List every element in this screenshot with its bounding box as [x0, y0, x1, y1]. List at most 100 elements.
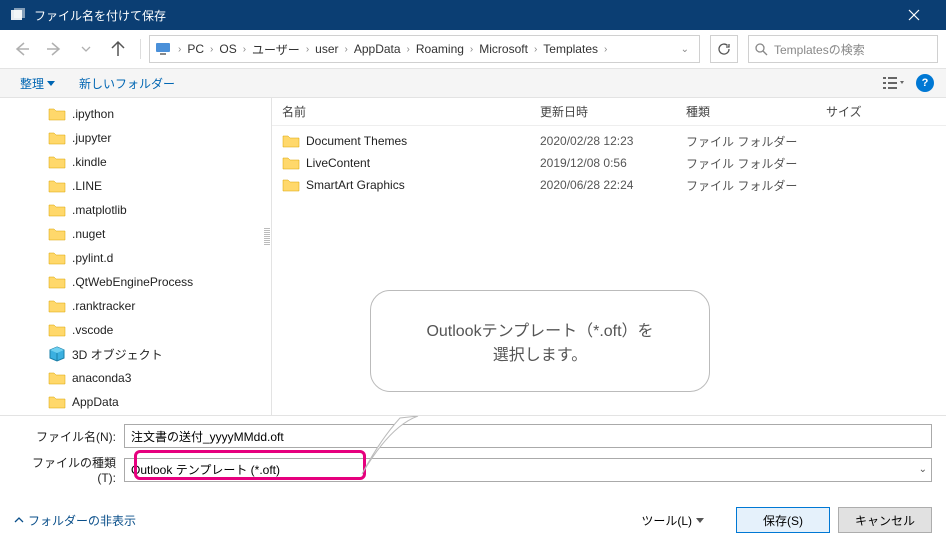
file-type: ファイル フォルダー — [676, 155, 816, 172]
tree-item-label: AppData — [72, 395, 119, 409]
view-icon — [883, 76, 905, 90]
recent-button[interactable] — [72, 35, 100, 63]
file-row[interactable]: SmartArt Graphics 2020/06/28 22:24ファイル フォ… — [272, 174, 946, 196]
crumb-6[interactable]: Microsoft — [475, 42, 532, 56]
tree-item[interactable]: .ranktracker — [0, 294, 271, 318]
arrow-up-icon — [109, 40, 127, 58]
view-options-button[interactable] — [880, 71, 908, 95]
crumb-4[interactable]: AppData — [350, 42, 405, 56]
folder-icon — [282, 156, 300, 170]
folder-icon — [48, 155, 66, 169]
tree-item-label: .vscode — [72, 323, 113, 337]
crumb-0[interactable]: PC — [183, 42, 208, 56]
button-row: フォルダーの非表示 ツール(L) 保存(S) キャンセル — [0, 491, 946, 533]
search-box[interactable]: Templatesの検索 — [748, 35, 938, 63]
chevron-up-icon — [14, 515, 24, 525]
folder-icon — [48, 395, 66, 409]
col-date[interactable]: 更新日時 — [530, 103, 676, 120]
crumb-7[interactable]: Templates — [539, 42, 602, 56]
chevron-right-icon: › — [176, 44, 183, 55]
filetype-row: ファイルの種類(T): Outlook テンプレート (*.oft) ⌄ — [14, 454, 932, 485]
filetype-label: ファイルの種類(T): — [14, 454, 124, 485]
folder-icon — [48, 107, 66, 121]
breadcrumb-address[interactable]: › PC› OS› ユーザー› user› AppData› Roaming› … — [149, 35, 700, 63]
crumb-2[interactable]: ユーザー — [248, 41, 304, 58]
crumb-1[interactable]: OS — [215, 42, 240, 56]
col-size[interactable]: サイズ — [816, 103, 896, 120]
search-icon — [755, 43, 768, 56]
filetype-combo[interactable]: Outlook テンプレート (*.oft) ⌄ — [124, 458, 932, 482]
arrow-right-icon — [45, 40, 63, 58]
refresh-button[interactable] — [710, 35, 738, 63]
search-placeholder: Templatesの検索 — [774, 41, 865, 58]
column-headers: 名前 更新日時 種類 サイズ — [272, 98, 946, 126]
folder-icon — [48, 203, 66, 217]
tree-item[interactable]: .QtWebEngineProcess — [0, 270, 271, 294]
crumb-5[interactable]: Roaming — [412, 42, 468, 56]
new-folder-button[interactable]: 新しいフォルダー — [71, 72, 183, 95]
file-type: ファイル フォルダー — [676, 177, 816, 194]
tree-item[interactable]: .matplotlib — [0, 198, 271, 222]
file-row[interactable]: LiveContent2019/12/08 0:56ファイル フォルダー — [272, 152, 946, 174]
help-button[interactable]: ? — [916, 74, 934, 92]
back-button[interactable] — [8, 35, 36, 63]
caret-down-icon — [47, 81, 55, 86]
folder-icon — [48, 179, 66, 193]
tree-item[interactable]: .ipython — [0, 102, 271, 126]
title-bar: ファイル名を付けて保存 — [0, 0, 946, 30]
forward-button[interactable] — [40, 35, 68, 63]
save-button[interactable]: 保存(S) — [736, 507, 830, 533]
folder-icon — [282, 178, 300, 192]
folder-icon — [48, 371, 66, 385]
col-type[interactable]: 種類 — [676, 103, 816, 120]
file-row[interactable]: Document Themes2020/02/28 12:23ファイル フォルダ… — [272, 130, 946, 152]
file-name: Document Themes — [306, 134, 407, 148]
arrow-left-icon — [13, 40, 31, 58]
tree-item-label: anaconda3 — [72, 371, 131, 385]
tree-item[interactable]: .vscode — [0, 318, 271, 342]
close-icon — [908, 9, 920, 21]
tree-item[interactable]: .kindle — [0, 150, 271, 174]
file-date: 2019/12/08 0:56 — [530, 156, 676, 170]
tools-menu[interactable]: ツール(L) — [631, 510, 714, 531]
folder-icon — [48, 131, 66, 145]
nav-bar: › PC› OS› ユーザー› user› AppData› Roaming› … — [0, 30, 946, 68]
filetype-value: Outlook テンプレート (*.oft) — [131, 461, 280, 478]
close-button[interactable] — [892, 0, 936, 30]
window-title: ファイル名を付けて保存 — [34, 7, 892, 24]
tree-item[interactable]: AppData — [0, 390, 271, 414]
tree-item[interactable]: .LINE — [0, 174, 271, 198]
chevron-down-icon[interactable]: ⌄ — [675, 44, 695, 55]
callout-line2: 選択します。 — [387, 341, 693, 365]
tree-item[interactable]: .nuget — [0, 222, 271, 246]
tree-item-label: .ipython — [72, 107, 114, 121]
col-name[interactable]: 名前 — [272, 103, 530, 120]
tree-item[interactable]: .jupyter — [0, 126, 271, 150]
folder-icon — [48, 299, 66, 313]
tree-item-label: .pylint.d — [72, 251, 113, 265]
file-date: 2020/06/28 22:24 — [530, 178, 676, 192]
tree-item[interactable]: 3D オブジェクト — [0, 342, 271, 366]
folder-icon — [48, 227, 66, 241]
folder-icon — [282, 134, 300, 148]
callout-tail — [360, 416, 420, 476]
filename-input[interactable] — [124, 424, 932, 448]
cancel-button[interactable]: キャンセル — [838, 507, 932, 533]
app-icon — [10, 7, 26, 23]
file-type: ファイル フォルダー — [676, 133, 816, 150]
separator — [140, 39, 141, 59]
3d-objects-icon — [48, 346, 66, 362]
toolbar: 整理 新しいフォルダー ? — [0, 68, 946, 98]
organize-menu[interactable]: 整理 — [12, 72, 63, 95]
tree-item[interactable]: .pylint.d — [0, 246, 271, 270]
filename-row: ファイル名(N): — [14, 424, 932, 448]
filename-label: ファイル名(N): — [14, 428, 124, 445]
crumb-3[interactable]: user — [311, 42, 342, 56]
refresh-icon — [717, 42, 731, 56]
splitter-grip[interactable] — [264, 228, 270, 256]
file-name: SmartArt Graphics — [306, 178, 405, 192]
folder-tree[interactable]: .ipython .jupyter.kindle.LINE.matplotlib.… — [0, 98, 272, 415]
tree-item[interactable]: anaconda3 — [0, 366, 271, 390]
up-button[interactable] — [104, 35, 132, 63]
hide-folders-link[interactable]: フォルダーの非表示 — [14, 512, 136, 529]
